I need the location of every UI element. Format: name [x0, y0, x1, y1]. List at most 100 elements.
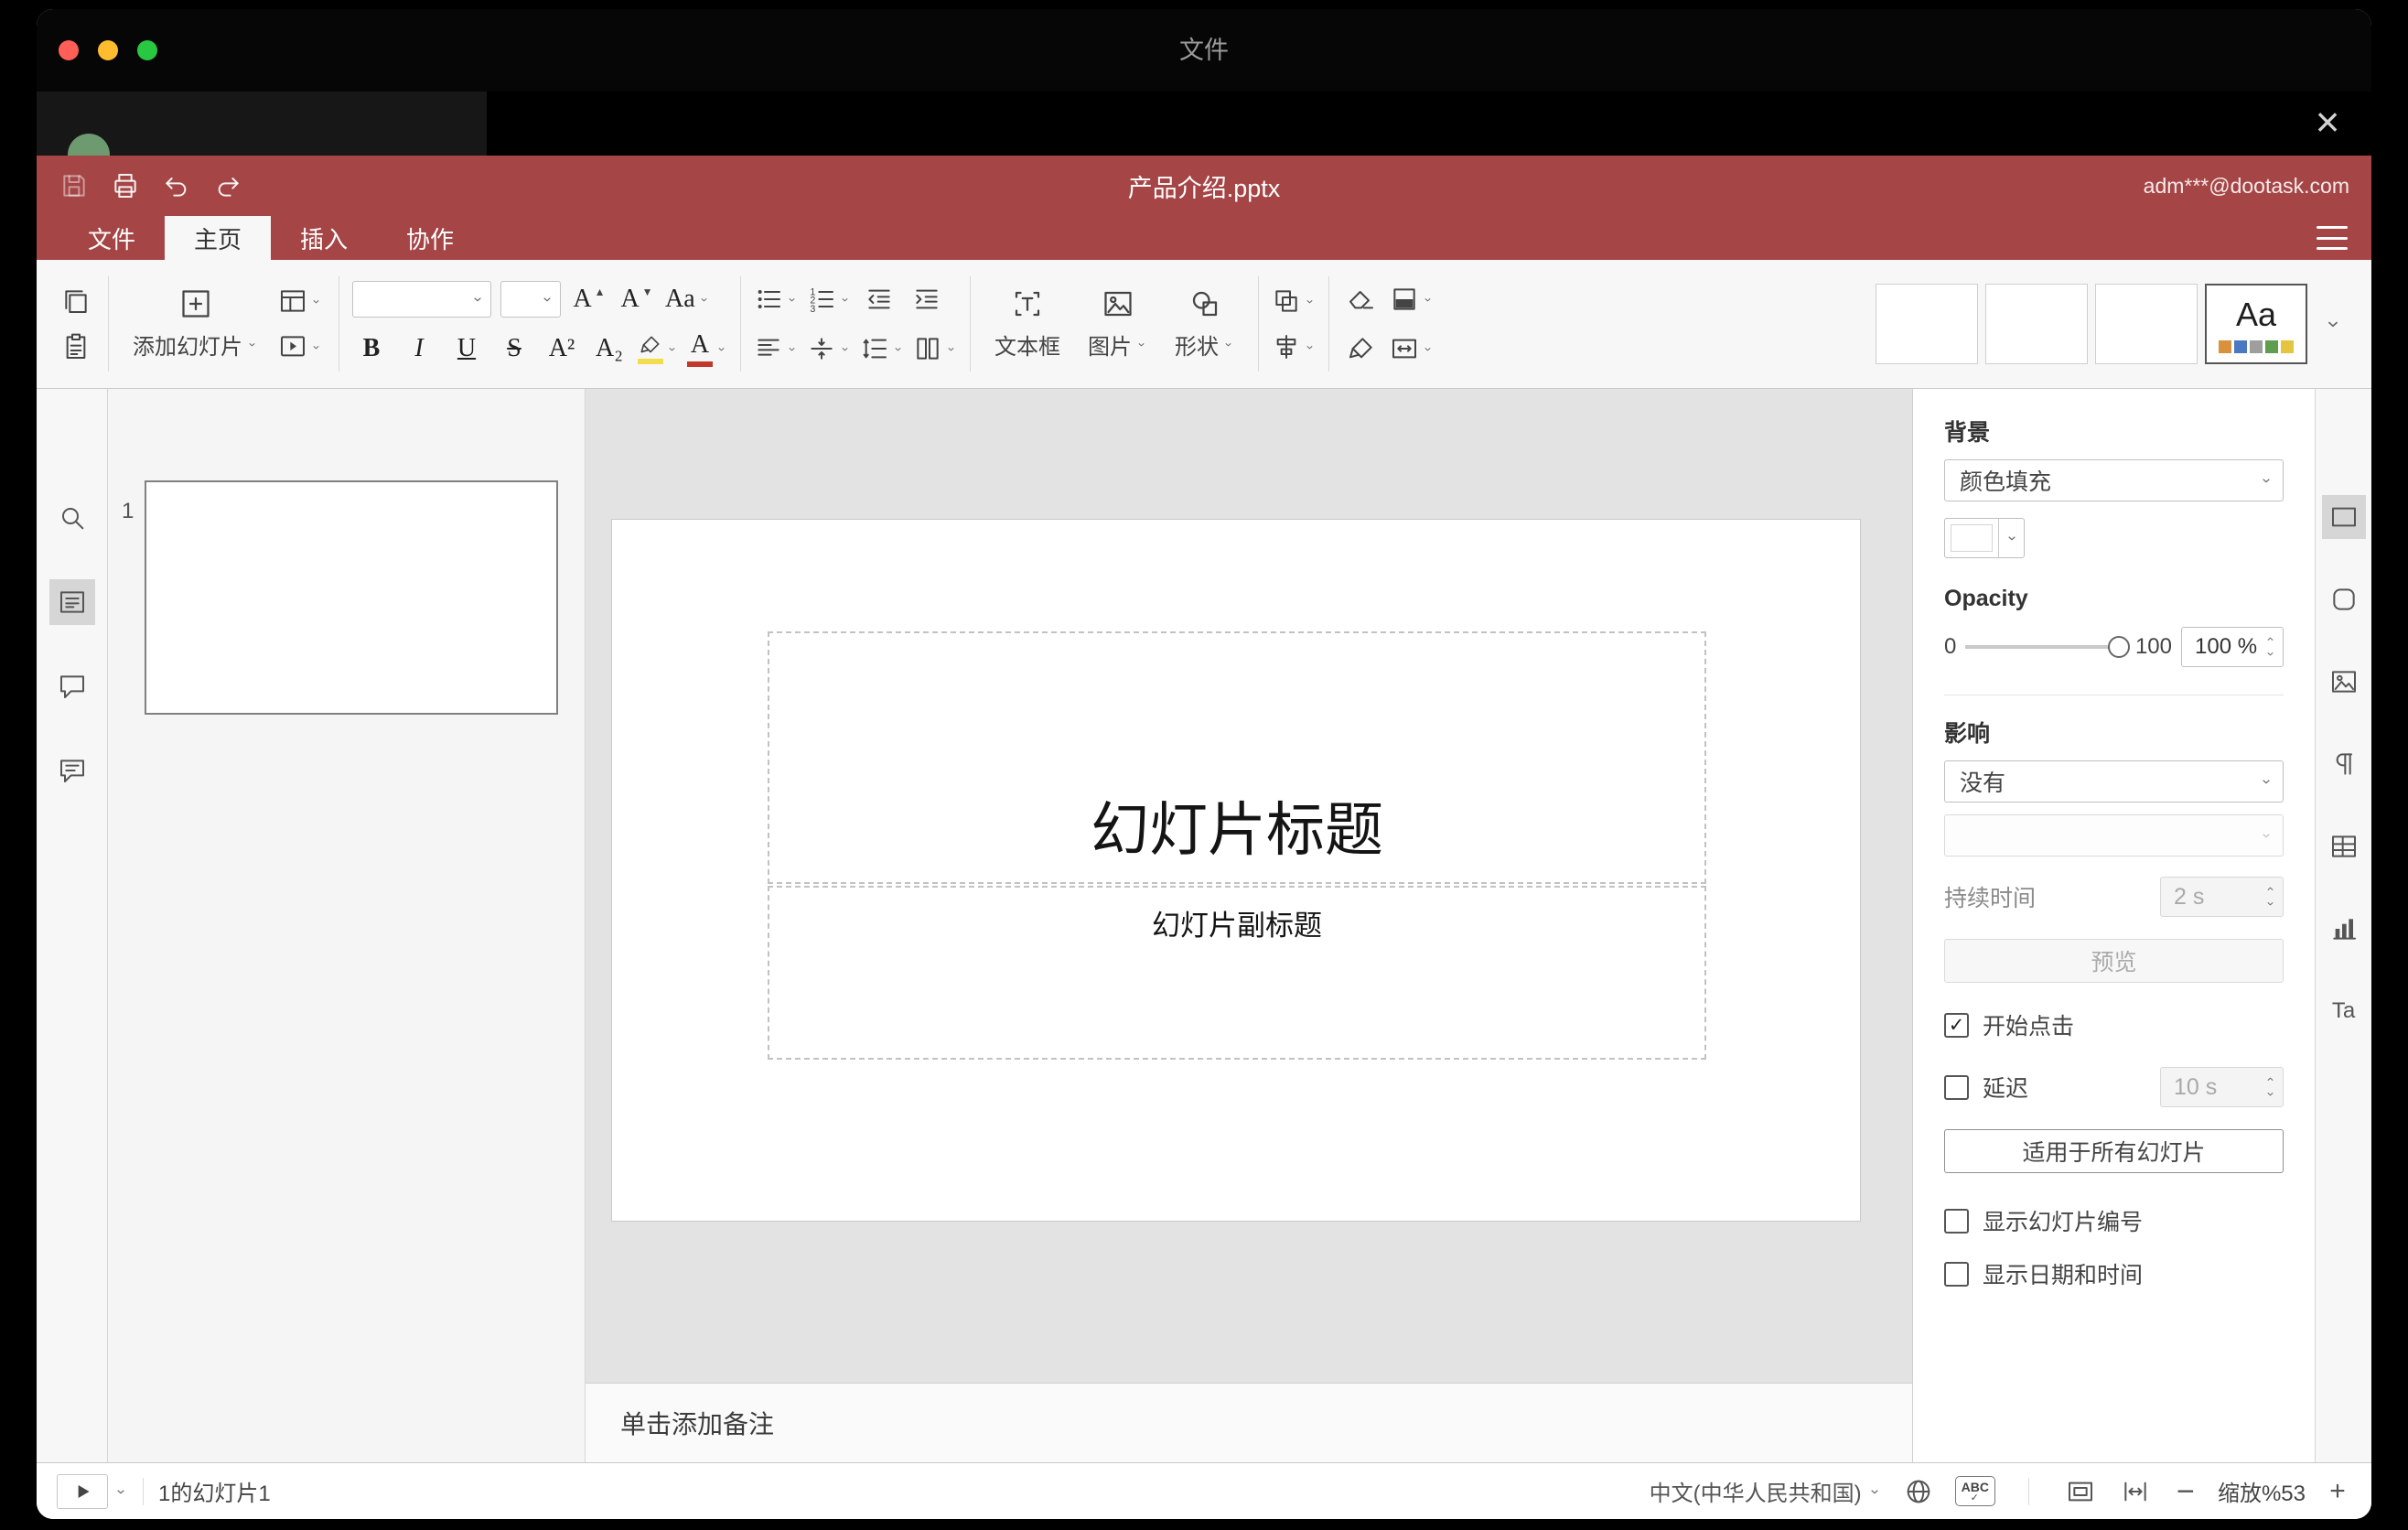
theme-option-3[interactable] — [2095, 284, 2198, 364]
notes-area[interactable]: 单击添加备注 — [586, 1383, 1912, 1462]
insert-shape-button[interactable]: 形状 — [1164, 275, 1245, 373]
app-window: 文件 × 产品介绍.pptx adm***@dootask.com 文件 主页 … — [37, 9, 2371, 1519]
theme-gallery: Aa — [1876, 260, 2355, 388]
copy-button[interactable] — [57, 281, 95, 321]
chevron-down-icon[interactable] — [113, 1484, 128, 1499]
bold-button[interactable]: B — [352, 329, 391, 369]
insert-image-button[interactable]: 图片 — [1077, 275, 1158, 373]
theme-option-selected[interactable]: Aa — [2205, 284, 2307, 364]
effect-option-select — [1944, 814, 2284, 857]
slides-panel-button[interactable] — [48, 579, 95, 625]
slide-thumbnail[interactable] — [145, 480, 558, 715]
spellcheck-button[interactable]: ABC ✓ — [1954, 1476, 1995, 1506]
shape-settings-button[interactable] — [2322, 577, 2366, 621]
tab-home[interactable]: 主页 — [165, 216, 272, 260]
strikethrough-button[interactable]: S — [495, 329, 533, 369]
table-settings-button[interactable] — [2322, 824, 2366, 868]
spinner-arrows[interactable] — [2264, 633, 2276, 660]
notes-placeholder: 单击添加备注 — [620, 1410, 775, 1438]
underline-button[interactable]: U — [447, 329, 486, 369]
align-shape-button[interactable] — [1272, 327, 1316, 367]
paragraph-settings-button[interactable] — [2322, 742, 2366, 786]
language-selector[interactable]: 中文(中华人民共和国) — [1650, 1475, 1882, 1507]
highlight-color-button[interactable] — [638, 329, 678, 369]
theme-gallery-expand-button[interactable] — [2315, 284, 2351, 364]
opacity-slider[interactable] — [1965, 636, 2130, 658]
fit-slide-button[interactable] — [2062, 1473, 2099, 1510]
line-spacing-button[interactable] — [860, 329, 904, 369]
shape-fill-button[interactable] — [1390, 279, 1434, 319]
chevron-down-icon — [839, 294, 851, 306]
search-button[interactable] — [49, 495, 95, 541]
chevron-down-icon — [698, 294, 710, 306]
decrease-font-size-button[interactable]: A ▼ — [618, 279, 656, 319]
redo-button[interactable] — [212, 170, 243, 201]
zoom-level: 缩放%53 — [2217, 1482, 2306, 1506]
slide-title-text: 幻灯片标题 — [1091, 797, 1383, 863]
start-slideshow-button[interactable] — [278, 327, 322, 367]
font-color-button[interactable]: A — [687, 329, 727, 369]
columns-button[interactable] — [913, 329, 957, 369]
decrease-indent-button[interactable] — [860, 279, 898, 319]
slide-size-button[interactable] — [1390, 329, 1434, 369]
paste-button[interactable] — [57, 327, 95, 367]
comments-button[interactable] — [49, 663, 95, 709]
bullet-list-button[interactable] — [754, 279, 798, 319]
effect-select[interactable]: 没有 — [1944, 760, 2284, 803]
background-color-picker[interactable] — [1944, 518, 2025, 558]
menu-icon[interactable] — [2317, 226, 2348, 250]
zoom-out-button[interactable]: − — [2172, 1476, 2199, 1507]
start-on-click-checkbox[interactable]: ✓ — [1944, 1012, 1969, 1038]
slide-thumbnails-panel: 1 — [108, 389, 586, 1462]
quick-actions — [59, 170, 243, 201]
font-size-select[interactable] — [500, 281, 561, 318]
delay-checkbox[interactable] — [1944, 1074, 1969, 1100]
textart-settings-button[interactable]: Ta — [2322, 989, 2366, 1033]
zoom-in-button[interactable]: + — [2324, 1477, 2351, 1505]
superscript-button[interactable]: A² — [543, 329, 581, 369]
tab-insert[interactable]: 插入 — [271, 216, 377, 260]
opacity-input[interactable]: 100 % — [2181, 627, 2284, 667]
font-name-select[interactable] — [352, 281, 491, 318]
undo-button[interactable] — [161, 170, 192, 201]
arrange-shape-button[interactable] — [1272, 281, 1316, 321]
slide-layout-button[interactable] — [278, 281, 322, 321]
fit-width-button[interactable] — [2117, 1473, 2154, 1510]
horizontal-align-button[interactable] — [754, 329, 798, 369]
show-slide-number-checkbox[interactable] — [1944, 1208, 1969, 1234]
theme-option-2[interactable] — [1985, 284, 2088, 364]
start-slideshow-statusbar-button[interactable] — [57, 1473, 108, 1509]
tab-collaboration[interactable]: 协作 — [377, 216, 483, 260]
title-placeholder[interactable]: 幻灯片标题 — [768, 631, 1706, 884]
chart-settings-button[interactable] — [2322, 907, 2366, 951]
copy-style-button[interactable] — [1342, 329, 1381, 369]
background-color-swatch — [1951, 524, 1993, 552]
close-document-button[interactable]: × — [2304, 99, 2351, 146]
opacity-slider-knob[interactable] — [2107, 636, 2130, 658]
add-slide-button[interactable]: 添加幻灯片 — [122, 275, 269, 373]
slide-canvas[interactable]: 幻灯片标题 幻灯片副标题 — [611, 519, 1861, 1222]
tab-file[interactable]: 文件 — [59, 216, 165, 260]
background-fill-select[interactable]: 颜色填充 — [1944, 459, 2284, 501]
insert-textbox-button[interactable]: 文本框 — [984, 275, 1071, 373]
chevron-down-icon — [310, 296, 322, 307]
chat-button[interactable] — [49, 748, 95, 793]
print-button[interactable] — [110, 170, 141, 201]
apply-to-all-slides-button[interactable]: 适用于所有幻灯片 — [1944, 1129, 2284, 1173]
document-language-button[interactable] — [1900, 1473, 1937, 1510]
show-date-time-checkbox[interactable] — [1944, 1261, 1969, 1287]
slide-settings-button[interactable] — [2321, 495, 2366, 539]
clear-style-button[interactable] — [1342, 279, 1381, 319]
numbered-list-button[interactable] — [807, 279, 851, 319]
increase-indent-button[interactable] — [908, 279, 946, 319]
theme-option-1[interactable] — [1876, 284, 1978, 364]
image-settings-button[interactable] — [2322, 660, 2366, 704]
vertical-align-button[interactable] — [807, 329, 851, 369]
increase-indent-icon — [912, 285, 941, 314]
subtitle-placeholder[interactable]: 幻灯片副标题 — [768, 886, 1706, 1060]
subscript-button[interactable]: A₂ — [590, 329, 629, 369]
italic-button[interactable]: I — [400, 329, 438, 369]
increase-font-size-button[interactable]: A ▲ — [570, 279, 608, 319]
change-case-button[interactable]: Aa — [665, 279, 710, 319]
save-button[interactable] — [59, 170, 90, 201]
